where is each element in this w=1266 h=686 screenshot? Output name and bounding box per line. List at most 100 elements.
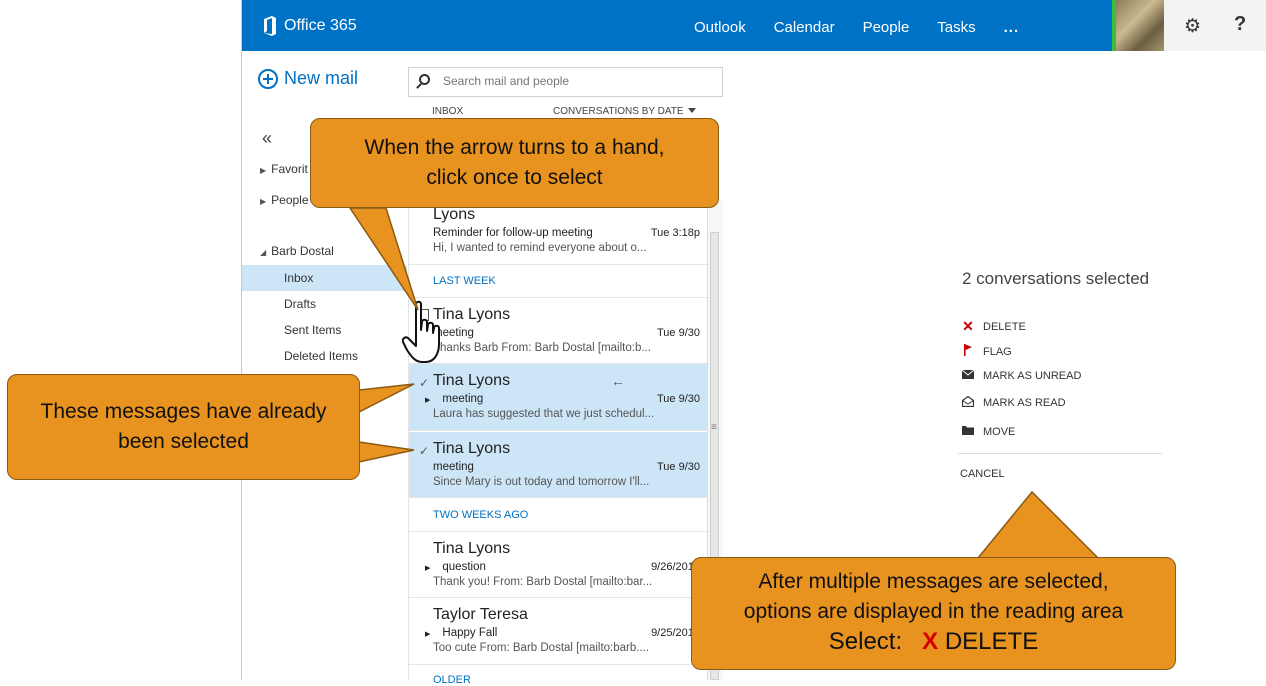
plus-circle-icon [258,68,278,89]
group-header: TWO WEEKS AGO [433,509,529,521]
message-preview: Thanks Barb From: Barb Dostal [mailto:b.… [433,342,651,354]
more-apps-button[interactable]: ... [990,0,1034,51]
message-date: Tue 3:18p [650,227,700,239]
app-nav: Outlook Calendar People Tasks ... [680,0,1033,51]
expand-icon: ▶ [425,631,431,638]
help-icon[interactable]: ? [1234,13,1246,36]
mark-unread-button[interactable]: MARK AS UNREAD [961,369,1082,382]
delete-button[interactable]: ✕ DELETE [962,318,1026,335]
list-item[interactable]: Lyons Reminder for follow-up meeting Tue… [409,200,708,265]
message-sender: Tina Lyons [433,372,511,389]
delete-x-icon: X [922,628,939,655]
message-subject: ▶ Happy Fall [425,627,498,639]
list-item-selected[interactable]: ✓ Tina Lyons ← ▶ meeting Tue 9/30 Laura h… [409,364,708,431]
nav-calendar[interactable]: Calendar [760,0,849,51]
callout-text: click once to select [426,166,603,189]
office365-logo[interactable]: Office 365 [262,16,357,36]
search-input[interactable] [443,74,703,88]
office-icon [264,16,276,36]
hand-cursor-icon [402,300,440,363]
nav-people[interactable]: People [849,0,924,51]
expand-icon: ▶ [260,166,267,175]
sidebar-item-sent[interactable]: Sent Items [242,317,407,343]
envelope-icon [961,369,975,382]
new-mail-label: New mail [284,68,359,88]
top-bar: Office 365 Outlook Calendar People Tasks… [242,0,1266,51]
search-icon [419,74,430,85]
settings-area: ⚙ ? [1164,0,1266,51]
callout-text: options are displayed in the reading are… [743,600,1124,623]
grip-icon: ≡ [711,422,717,433]
reply-arrow-icon: ← [611,373,625,389]
callout-selected: These messages have already been selecte… [7,374,360,480]
brand-name: Office 365 [284,17,357,34]
sidebar-item-deleted[interactable]: Deleted Items [242,343,407,369]
folder-label: INBOX [432,106,464,117]
check-icon[interactable]: ✓ [419,376,429,390]
message-preview: Thank you! From: Barb Dostal [mailto:bar… [433,576,653,588]
flag-icon [962,344,974,359]
mark-read-label: MARK AS READ [983,397,1066,409]
cancel-button[interactable]: CANCEL [960,468,1005,480]
move-button[interactable]: MOVE [962,425,1015,438]
sidebar-favorites[interactable]: ▶ Favorit [260,162,308,176]
collapse-icon[interactable]: « [262,128,272,149]
message-sender: Taylor Teresa [433,606,528,623]
nav-tasks[interactable]: Tasks [923,0,989,51]
sidebar-item-drafts[interactable]: Drafts [242,291,407,317]
message-preview: Hi, I wanted to remind everyone about o.… [433,242,647,254]
message-preview: Too cute From: Barb Dostal [mailto:barb.… [433,642,650,654]
message-subject: ▶ meeting [425,393,484,405]
callout-select-line: Select: X DELETE [692,627,1175,657]
mark-read-button[interactable]: MARK AS READ [961,395,1066,410]
sort-dropdown[interactable]: CONVERSATIONS BY DATE [553,106,696,117]
callout-text: These messages have already [40,400,327,423]
avatar[interactable] [1112,0,1164,51]
flag-button[interactable]: FLAG [962,344,1012,359]
sidebar-people-label: People [271,193,309,207]
selection-count: 2 conversations selected [962,269,1150,288]
list-item[interactable]: Tina Lyons meeting Tue 9/30 Thanks Barb … [409,297,708,364]
callout-text: When the arrow turns to a hand, [364,136,665,159]
list-item[interactable]: Tina Lyons ▶ question 9/26/2014 Thank you… [409,531,708,598]
message-list: Lyons Reminder for follow-up meeting Tue… [408,200,708,686]
gear-icon[interactable]: ⚙ [1184,15,1201,38]
group-header: OLDER [433,674,471,686]
sidebar-people[interactable]: ▶ People [260,193,309,207]
message-date: Tue 9/30 [656,393,700,405]
sidebar-item-inbox[interactable]: Inbox [242,265,407,291]
message-sender: Tina Lyons [433,540,511,557]
message-subject: Reminder for follow-up meeting [433,227,593,239]
chevron-down-icon [687,108,696,113]
list-item[interactable]: Taylor Teresa ▶ Happy Fall 9/25/2014 Too … [409,598,708,665]
mark-unread-label: MARK AS UNREAD [983,370,1082,382]
sidebar-account[interactable]: ◢ Barb Dostal [260,244,334,258]
search-box[interactable] [408,67,723,97]
divider [958,453,1162,454]
message-date: Tue 9/30 [656,327,700,339]
list-item-selected[interactable]: ✓ Tina Lyons meeting Tue 9/30 Since Mary… [409,431,708,498]
sidebar-account-label: Barb Dostal [271,244,334,258]
flag-label: FLAG [983,345,1012,358]
move-label: MOVE [983,425,1016,438]
callout-text: Select: [828,628,903,655]
expand-icon: ▶ [425,565,431,572]
callout-hand: When the arrow turns to a hand, click on… [310,118,719,208]
check-icon[interactable]: ✓ [419,444,429,458]
collapse-tri-icon: ◢ [260,248,267,257]
sort-label: CONVERSATIONS BY DATE [553,106,684,117]
nav-outlook[interactable]: Outlook [680,0,760,51]
new-mail-button[interactable]: New mail [258,68,358,89]
callout-text: been selected [118,430,249,453]
open-envelope-icon [961,395,975,410]
sidebar-favorites-label: Favorit [271,162,308,176]
close-icon: ✕ [962,318,974,334]
message-subject: meeting [433,461,474,473]
callout-text: DELETE [944,628,1039,655]
group-header: LAST WEEK [433,275,496,287]
message-sender: Lyons [433,206,476,223]
message-preview: Since Mary is out today and tomorrow I'l… [433,476,650,488]
callout-text: After multiple messages are selected, [758,570,1109,593]
message-sender: Tina Lyons [433,440,511,457]
expand-icon: ▶ [425,397,431,404]
